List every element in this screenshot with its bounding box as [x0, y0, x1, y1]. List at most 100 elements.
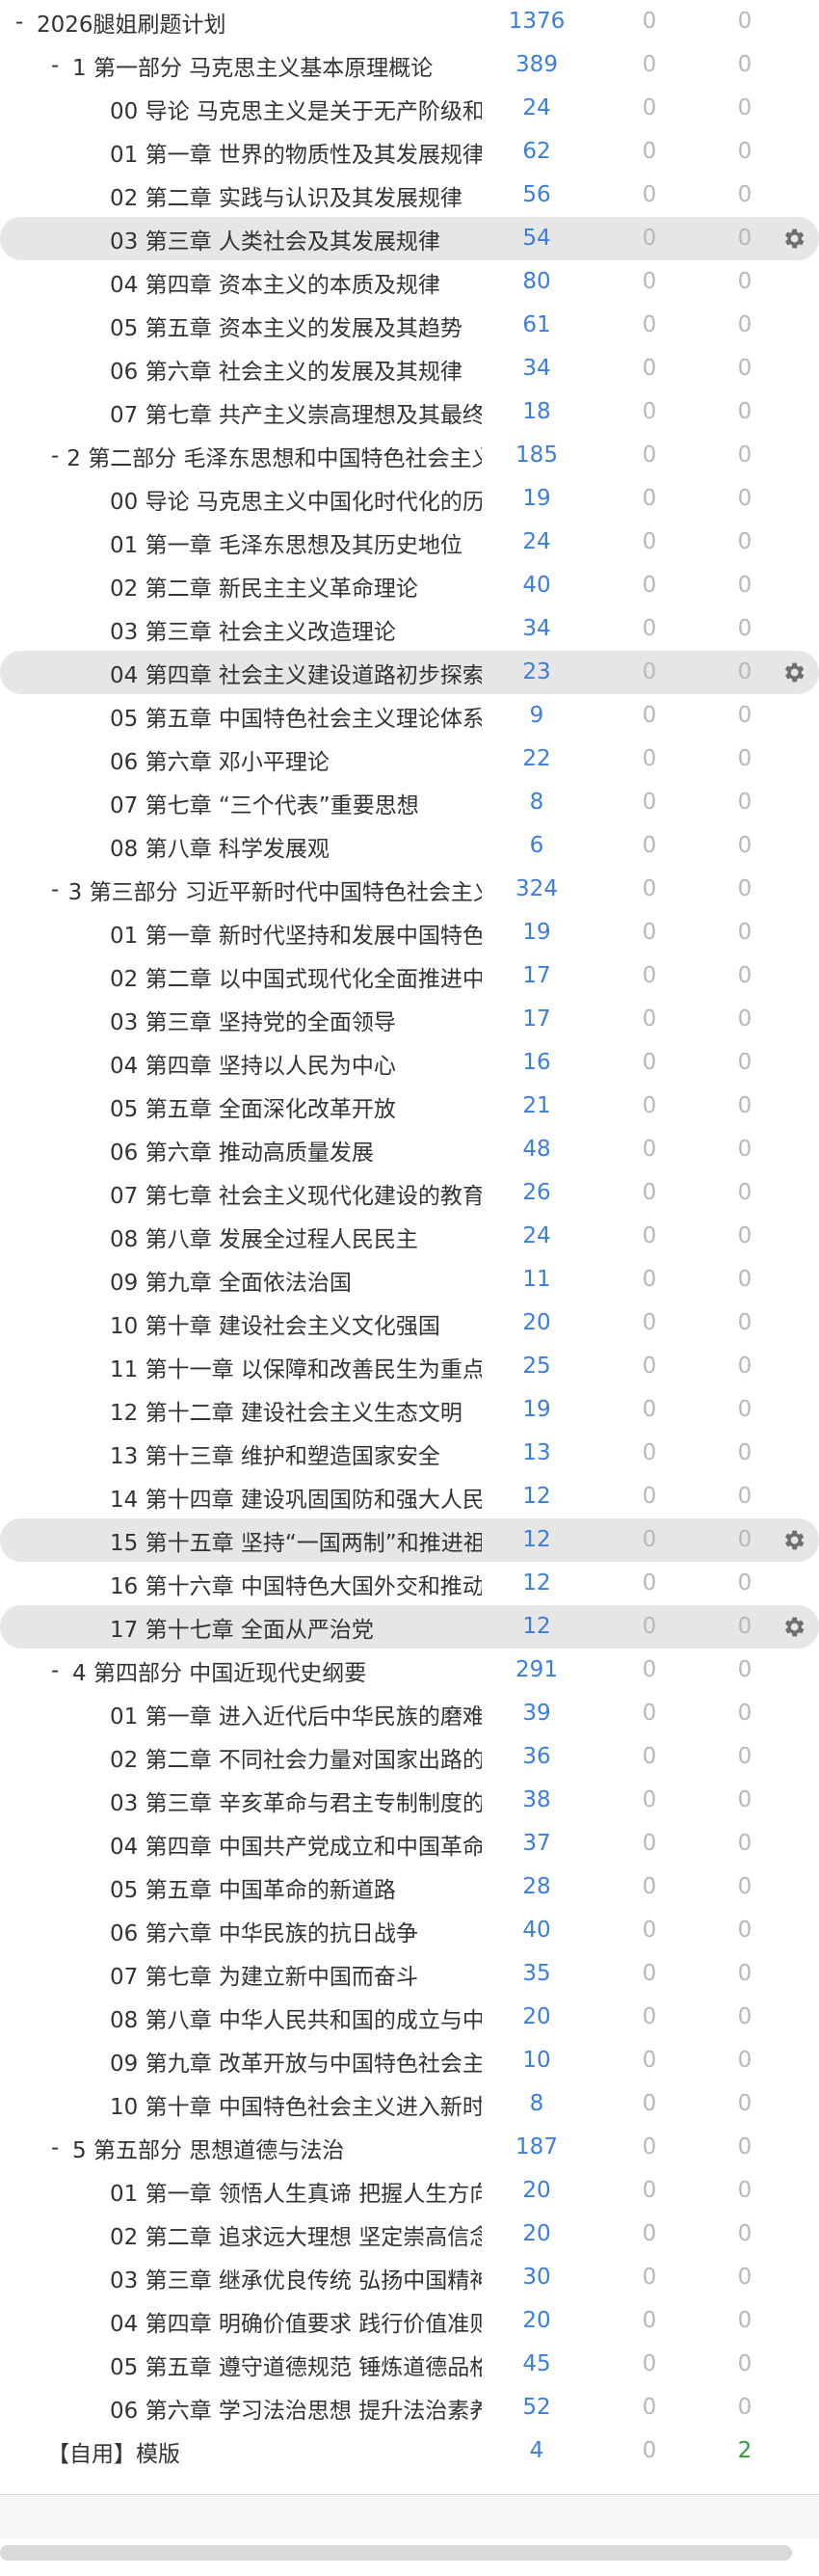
deck-row[interactable]: 05 第五章 资本主义的发展及其趋势 61 0 0	[0, 304, 819, 347]
collapse-toggle[interactable]: -	[51, 877, 68, 902]
deck-row[interactable]: 05 第五章 中国革命的新道路 28 0 0	[0, 1865, 819, 1909]
deck-name-link[interactable]: 04 第四章 明确价值要求 践行价值准则	[110, 2305, 482, 2338]
deck-name-link[interactable]: 07 第七章 共产主义崇高理想及其最终实现	[110, 396, 482, 429]
deck-name-link[interactable]: 04 第四章 中国共产党成立和中国革命新局面	[110, 1828, 482, 1861]
deck-name-link[interactable]: 07 第七章 社会主义现代化建设的教育、科技、人才战略	[110, 1177, 482, 1210]
deck-row[interactable]: 03 第三章 社会主义改造理论 34 0 0	[0, 607, 819, 651]
collapse-toggle[interactable]: -	[51, 1658, 72, 1683]
deck-row[interactable]: 10 第十章 建设社会主义文化强国 20 0 0	[0, 1301, 819, 1345]
deck-name-link[interactable]: 01 第一章 进入近代后中华民族的磨难与抗争	[110, 1698, 482, 1731]
deck-row[interactable]: 01 第一章 新时代坚持和发展中国特色社会主义 19 0 0	[0, 911, 819, 954]
collapse-toggle[interactable]: -	[15, 10, 37, 35]
deck-row[interactable]: 02 第二章 新民主主义革命理论 40 0 0	[0, 564, 819, 607]
deck-name-link[interactable]: 09 第九章 全面依法治国	[110, 1264, 352, 1297]
deck-name-link[interactable]: 04 第四章 社会主义建设道路初步探索的理论成果	[110, 657, 482, 689]
deck-name-link[interactable]: 08 第八章 发展全过程人民民主	[110, 1221, 418, 1253]
deck-name-link[interactable]: 06 第六章 推动高质量发展	[110, 1134, 374, 1167]
deck-name-link[interactable]: 05 第五章 全面深化改革开放	[110, 1090, 396, 1123]
deck-row[interactable]: 09 第九章 改革开放与中国特色社会主义的开创和发展 10 0 0	[0, 2039, 819, 2082]
deck-name-link[interactable]: 05 第五章 中国革命的新道路	[110, 1871, 396, 1904]
deck-name-link[interactable]: 17 第十七章 全面从严治党	[110, 1611, 374, 1644]
deck-name-link[interactable]: 01 第一章 新时代坚持和发展中国特色社会主义	[110, 917, 482, 950]
deck-row[interactable]: 04 第四章 资本主义的本质及规律 80 0 0	[0, 260, 819, 304]
deck-row[interactable]: 02 第二章 追求远大理想 坚定崇高信念 20 0 0	[0, 2213, 819, 2256]
deck-name-link[interactable]: 05 第五章 资本主义的发展及其趋势	[110, 309, 462, 342]
deck-row[interactable]: -3 第三部分 习近平新时代中国特色社会主义思想概论 324 0 0	[0, 868, 819, 911]
deck-row[interactable]: 08 第八章 科学发展观 6 0 0	[0, 824, 819, 868]
deck-name-link[interactable]: 5 第五部分 思想道德与法治	[72, 2132, 344, 2164]
deck-name-link[interactable]: 15 第十五章 坚持“一国两制”和推进祖国完全统一	[110, 1524, 482, 1557]
deck-row[interactable]: 04 第四章 中国共产党成立和中国革命新局面 37 0 0	[0, 1822, 819, 1865]
deck-row[interactable]: 10 第十章 中国特色社会主义进入新时代 8 0 0	[0, 2082, 819, 2126]
deck-row[interactable]: 05 第五章 遵守道德规范 锤炼道德品格 45 0 0	[0, 2343, 819, 2386]
deck-row[interactable]: 11 第十一章 以保障和改善民生为重点加强社会建设 25 0 0	[0, 1345, 819, 1388]
gear-icon[interactable]	[780, 1527, 806, 1553]
deck-name-link[interactable]: 13 第十三章 维护和塑造国家安全	[110, 1437, 440, 1470]
deck-row[interactable]: 03 第三章 继承优良传统 弘扬中国精神 30 0 0	[0, 2256, 819, 2299]
deck-row[interactable]: 05 第五章 全面深化改革开放 21 0 0	[0, 1085, 819, 1128]
deck-row[interactable]: -4 第四部分 中国近现代史纲要 291 0 0	[0, 1649, 819, 1692]
deck-name-link[interactable]: 06 第六章 邓小平理论	[110, 743, 330, 776]
gear-icon[interactable]	[780, 1614, 806, 1640]
deck-name-link[interactable]: 06 第六章 中华民族的抗日战争	[110, 1915, 418, 1947]
deck-row[interactable]: 09 第九章 全面依法治国 11 0 0	[0, 1258, 819, 1301]
deck-name-link[interactable]: 08 第八章 科学发展观	[110, 830, 330, 863]
deck-row[interactable]: -5 第五部分 思想道德与法治 187 0 0	[0, 2126, 819, 2169]
deck-row[interactable]: -1 第一部分 马克思主义基本原理概论 389 0 0	[0, 43, 819, 87]
deck-name-link[interactable]: 05 第五章 中国特色社会主义理论体系的形成发展	[110, 700, 482, 733]
deck-name-link[interactable]: 10 第十章 中国特色社会主义进入新时代	[110, 2088, 482, 2121]
deck-row[interactable]: 07 第七章 社会主义现代化建设的教育、科技、人才战略 26 0 0	[0, 1171, 819, 1215]
deck-row[interactable]: 15 第十五章 坚持“一国两制”和推进祖国完全统一 12 0 0	[0, 1518, 819, 1562]
deck-name-link[interactable]: 03 第三章 继承优良传统 弘扬中国精神	[110, 2262, 482, 2294]
deck-name-link[interactable]: 00 导论 马克思主义是关于无产阶级和人类解放的科学	[110, 93, 482, 125]
deck-name-link[interactable]: 02 第二章 不同社会力量对国家出路的早期探索	[110, 1741, 482, 1774]
deck-row[interactable]: 06 第六章 社会主义的发展及其规律 34 0 0	[0, 347, 819, 390]
deck-row[interactable]: 16 第十六章 中国特色大国外交和推动构建人类命运共同体 12 0 0	[0, 1562, 819, 1605]
deck-name-link[interactable]: 02 第二章 以中国式现代化全面推进中华民族伟大复兴	[110, 960, 482, 993]
deck-name-link[interactable]: 04 第四章 资本主义的本质及规律	[110, 266, 440, 299]
deck-row[interactable]: 00 导论 马克思主义是关于无产阶级和人类解放的科学 24 0 0	[0, 87, 819, 130]
deck-row[interactable]: -2026腿姐刷题计划 1376 0 0	[0, 0, 819, 43]
deck-name-link[interactable]: 03 第三章 坚持党的全面领导	[110, 1004, 396, 1036]
deck-row[interactable]: 06 第六章 推动高质量发展 48 0 0	[0, 1128, 819, 1171]
deck-row[interactable]: 17 第十七章 全面从严治党 12 0 0	[0, 1605, 819, 1649]
deck-row[interactable]: 08 第八章 发展全过程人民民主 24 0 0	[0, 1215, 819, 1258]
deck-row[interactable]: 05 第五章 中国特色社会主义理论体系的形成发展 9 0 0	[0, 694, 819, 738]
deck-row[interactable]: 01 第一章 领悟人生真谛 把握人生方向 20 0 0	[0, 2169, 819, 2213]
deck-name-link[interactable]: 10 第十章 建设社会主义文化强国	[110, 1307, 440, 1340]
deck-row[interactable]: 02 第二章 以中国式现代化全面推进中华民族伟大复兴 17 0 0	[0, 954, 819, 998]
deck-name-link[interactable]: 00 导论 马克思主义中国化时代化的历史进程	[110, 483, 482, 516]
deck-name-link[interactable]: 3 第三部分 习近平新时代中国特色社会主义思想概论	[68, 873, 482, 906]
deck-name-link[interactable]: 08 第八章 中华人民共和国的成立与中国社会主义建设道路的探索	[110, 2001, 482, 2034]
deck-row[interactable]: 07 第七章 共产主义崇高理想及其最终实现 18 0 0	[0, 390, 819, 434]
horizontal-scrollbar[interactable]	[0, 2545, 792, 2561]
deck-name-link[interactable]: 07 第七章 为建立新中国而奋斗	[110, 1958, 418, 1991]
deck-name-link[interactable]: 06 第六章 学习法治思想 提升法治素养	[110, 2392, 482, 2425]
deck-name-link[interactable]: 2026腿姐刷题计划	[37, 6, 226, 39]
deck-row[interactable]: 12 第十二章 建设社会主义生态文明 19 0 0	[0, 1388, 819, 1432]
deck-name-link[interactable]: 02 第二章 新民主主义革命理论	[110, 570, 418, 603]
deck-row[interactable]: 06 第六章 学习法治思想 提升法治素养 52 0 0	[0, 2386, 819, 2429]
deck-row[interactable]: 04 第四章 明确价值要求 践行价值准则 20 0 0	[0, 2299, 819, 2343]
deck-name-link[interactable]: 16 第十六章 中国特色大国外交和推动构建人类命运共同体	[110, 1568, 482, 1600]
collapse-toggle[interactable]: -	[51, 2135, 72, 2160]
deck-name-link[interactable]: 06 第六章 社会主义的发展及其规律	[110, 353, 462, 386]
deck-row[interactable]: 08 第八章 中华人民共和国的成立与中国社会主义建设道路的探索 20 0 0	[0, 1996, 819, 2039]
deck-row[interactable]: 14 第十四章 建设巩固国防和强大人民军队 12 0 0	[0, 1475, 819, 1518]
deck-name-link[interactable]: 03 第三章 人类社会及其发展规律	[110, 223, 440, 255]
deck-name-link[interactable]: 03 第三章 辛亥革命与君主专制制度的终结	[110, 1784, 482, 1817]
deck-name-link[interactable]: 01 第一章 世界的物质性及其发展规律	[110, 136, 482, 169]
deck-name-link[interactable]: 02 第二章 追求远大理想 坚定崇高信念	[110, 2218, 482, 2251]
deck-row[interactable]: 02 第二章 不同社会力量对国家出路的早期探索 36 0 0	[0, 1735, 819, 1779]
collapse-toggle[interactable]: -	[51, 443, 66, 469]
deck-name-link[interactable]: 05 第五章 遵守道德规范 锤炼道德品格	[110, 2348, 482, 2381]
deck-name-link[interactable]: 07 第七章 “三个代表”重要思想	[110, 787, 419, 819]
collapse-toggle[interactable]: -	[51, 53, 72, 78]
deck-row[interactable]: 04 第四章 坚持以人民为中心 16 0 0	[0, 1041, 819, 1085]
deck-row[interactable]: 07 第七章 “三个代表”重要思想 8 0 0	[0, 781, 819, 824]
deck-name-link[interactable]: 11 第十一章 以保障和改善民生为重点加强社会建设	[110, 1351, 482, 1383]
deck-row[interactable]: 04 第四章 社会主义建设道路初步探索的理论成果 23 0 0	[0, 651, 819, 694]
deck-name-link[interactable]: 14 第十四章 建设巩固国防和强大人民军队	[110, 1481, 482, 1514]
deck-name-link[interactable]: 1 第一部分 马克思主义基本原理概论	[72, 49, 433, 82]
deck-name-link[interactable]: 09 第九章 改革开放与中国特色社会主义的开创和发展	[110, 2045, 482, 2078]
